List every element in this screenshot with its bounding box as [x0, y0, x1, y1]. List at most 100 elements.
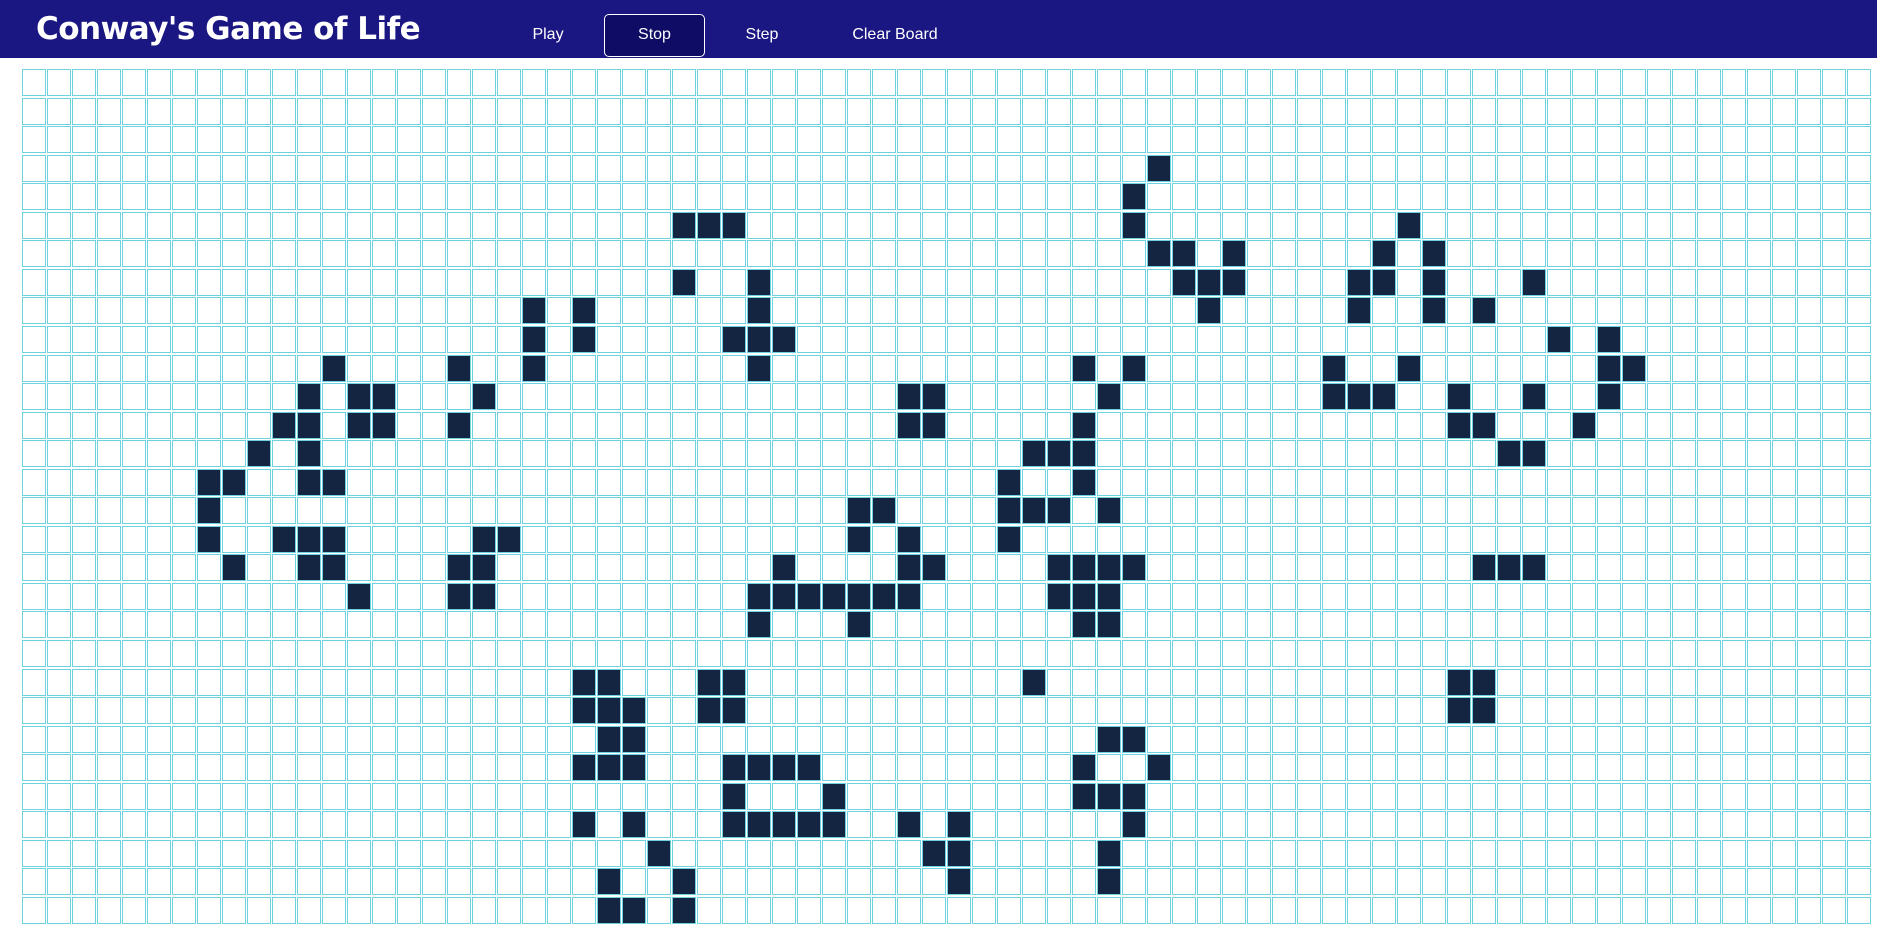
cell-dead[interactable] — [447, 840, 471, 867]
cell-alive[interactable] — [672, 897, 696, 924]
cell-dead[interactable] — [772, 897, 796, 924]
cell-dead[interactable] — [1697, 497, 1721, 524]
cell-dead[interactable] — [547, 98, 571, 125]
cell-dead[interactable] — [547, 497, 571, 524]
cell-dead[interactable] — [1247, 212, 1271, 239]
cell-dead[interactable] — [1247, 497, 1271, 524]
cell-alive[interactable] — [1422, 240, 1446, 267]
cell-dead[interactable] — [1722, 783, 1746, 810]
cell-dead[interactable] — [997, 69, 1021, 96]
cell-alive[interactable] — [1397, 355, 1421, 382]
cell-dead[interactable] — [147, 669, 171, 696]
cell-dead[interactable] — [1672, 754, 1696, 781]
cell-dead[interactable] — [122, 783, 146, 810]
cell-dead[interactable] — [97, 440, 121, 467]
cell-alive[interactable] — [197, 469, 221, 496]
cell-dead[interactable] — [197, 98, 221, 125]
cell-dead[interactable] — [522, 868, 546, 895]
cell-dead[interactable] — [322, 811, 346, 838]
cell-dead[interactable] — [372, 583, 396, 610]
cell-dead[interactable] — [1397, 440, 1421, 467]
cell-dead[interactable] — [1572, 783, 1596, 810]
cell-dead[interactable] — [572, 726, 596, 753]
cell-dead[interactable] — [1372, 412, 1396, 439]
cell-dead[interactable] — [1197, 897, 1221, 924]
cell-dead[interactable] — [872, 383, 896, 410]
cell-alive[interactable] — [672, 269, 696, 296]
cell-alive[interactable] — [722, 212, 746, 239]
cell-alive[interactable] — [1597, 383, 1621, 410]
cell-dead[interactable] — [1347, 183, 1371, 210]
cell-dead[interactable] — [1372, 297, 1396, 324]
cell-dead[interactable] — [1672, 583, 1696, 610]
cell-dead[interactable] — [47, 897, 71, 924]
cell-dead[interactable] — [1547, 98, 1571, 125]
cell-dead[interactable] — [1847, 440, 1871, 467]
cell-dead[interactable] — [1397, 98, 1421, 125]
cell-dead[interactable] — [1372, 526, 1396, 553]
cell-dead[interactable] — [97, 469, 121, 496]
cell-dead[interactable] — [1497, 497, 1521, 524]
cell-dead[interactable] — [147, 697, 171, 724]
cell-dead[interactable] — [772, 212, 796, 239]
cell-dead[interactable] — [1272, 554, 1296, 581]
cell-dead[interactable] — [1747, 240, 1771, 267]
cell-dead[interactable] — [1572, 897, 1596, 924]
cell-dead[interactable] — [1447, 811, 1471, 838]
cell-dead[interactable] — [322, 69, 346, 96]
cell-dead[interactable] — [572, 240, 596, 267]
cell-dead[interactable] — [222, 783, 246, 810]
cell-dead[interactable] — [597, 469, 621, 496]
cell-dead[interactable] — [1547, 611, 1571, 638]
cell-dead[interactable] — [772, 697, 796, 724]
cell-alive[interactable] — [1422, 297, 1446, 324]
cell-dead[interactable] — [772, 440, 796, 467]
cell-dead[interactable] — [1072, 383, 1096, 410]
cell-dead[interactable] — [447, 497, 471, 524]
cell-dead[interactable] — [422, 240, 446, 267]
cell-dead[interactable] — [122, 383, 146, 410]
cell-dead[interactable] — [1372, 583, 1396, 610]
cell-dead[interactable] — [622, 326, 646, 353]
cell-dead[interactable] — [872, 155, 896, 182]
cell-dead[interactable] — [347, 269, 371, 296]
cell-alive[interactable] — [1197, 269, 1221, 296]
cell-dead[interactable] — [1422, 155, 1446, 182]
cell-dead[interactable] — [372, 98, 396, 125]
cell-dead[interactable] — [1622, 383, 1646, 410]
cell-dead[interactable] — [122, 240, 146, 267]
cell-dead[interactable] — [1322, 69, 1346, 96]
cell-alive[interactable] — [747, 326, 771, 353]
cell-dead[interactable] — [222, 440, 246, 467]
cell-dead[interactable] — [1472, 583, 1496, 610]
cell-dead[interactable] — [947, 212, 971, 239]
cell-dead[interactable] — [1222, 98, 1246, 125]
cell-dead[interactable] — [1472, 326, 1496, 353]
cell-dead[interactable] — [1247, 811, 1271, 838]
cell-dead[interactable] — [197, 754, 221, 781]
cell-alive[interactable] — [1097, 383, 1121, 410]
cell-alive[interactable] — [1047, 554, 1071, 581]
cell-dead[interactable] — [147, 98, 171, 125]
cell-dead[interactable] — [1422, 469, 1446, 496]
cell-dead[interactable] — [1297, 840, 1321, 867]
cell-dead[interactable] — [1572, 326, 1596, 353]
cell-dead[interactable] — [1647, 469, 1671, 496]
cell-dead[interactable] — [1047, 355, 1071, 382]
cell-dead[interactable] — [1197, 98, 1221, 125]
cell-dead[interactable] — [247, 897, 271, 924]
cell-dead[interactable] — [1547, 183, 1571, 210]
cell-dead[interactable] — [822, 868, 846, 895]
cell-dead[interactable] — [1097, 355, 1121, 382]
cell-dead[interactable] — [1772, 583, 1796, 610]
cell-dead[interactable] — [1522, 697, 1546, 724]
cell-dead[interactable] — [1197, 126, 1221, 153]
cell-dead[interactable] — [1197, 183, 1221, 210]
cell-dead[interactable] — [1697, 297, 1721, 324]
cell-dead[interactable] — [197, 811, 221, 838]
cell-dead[interactable] — [1197, 383, 1221, 410]
cell-dead[interactable] — [1247, 554, 1271, 581]
cell-dead[interactable] — [1322, 669, 1346, 696]
cell-dead[interactable] — [122, 611, 146, 638]
cell-dead[interactable] — [22, 754, 46, 781]
